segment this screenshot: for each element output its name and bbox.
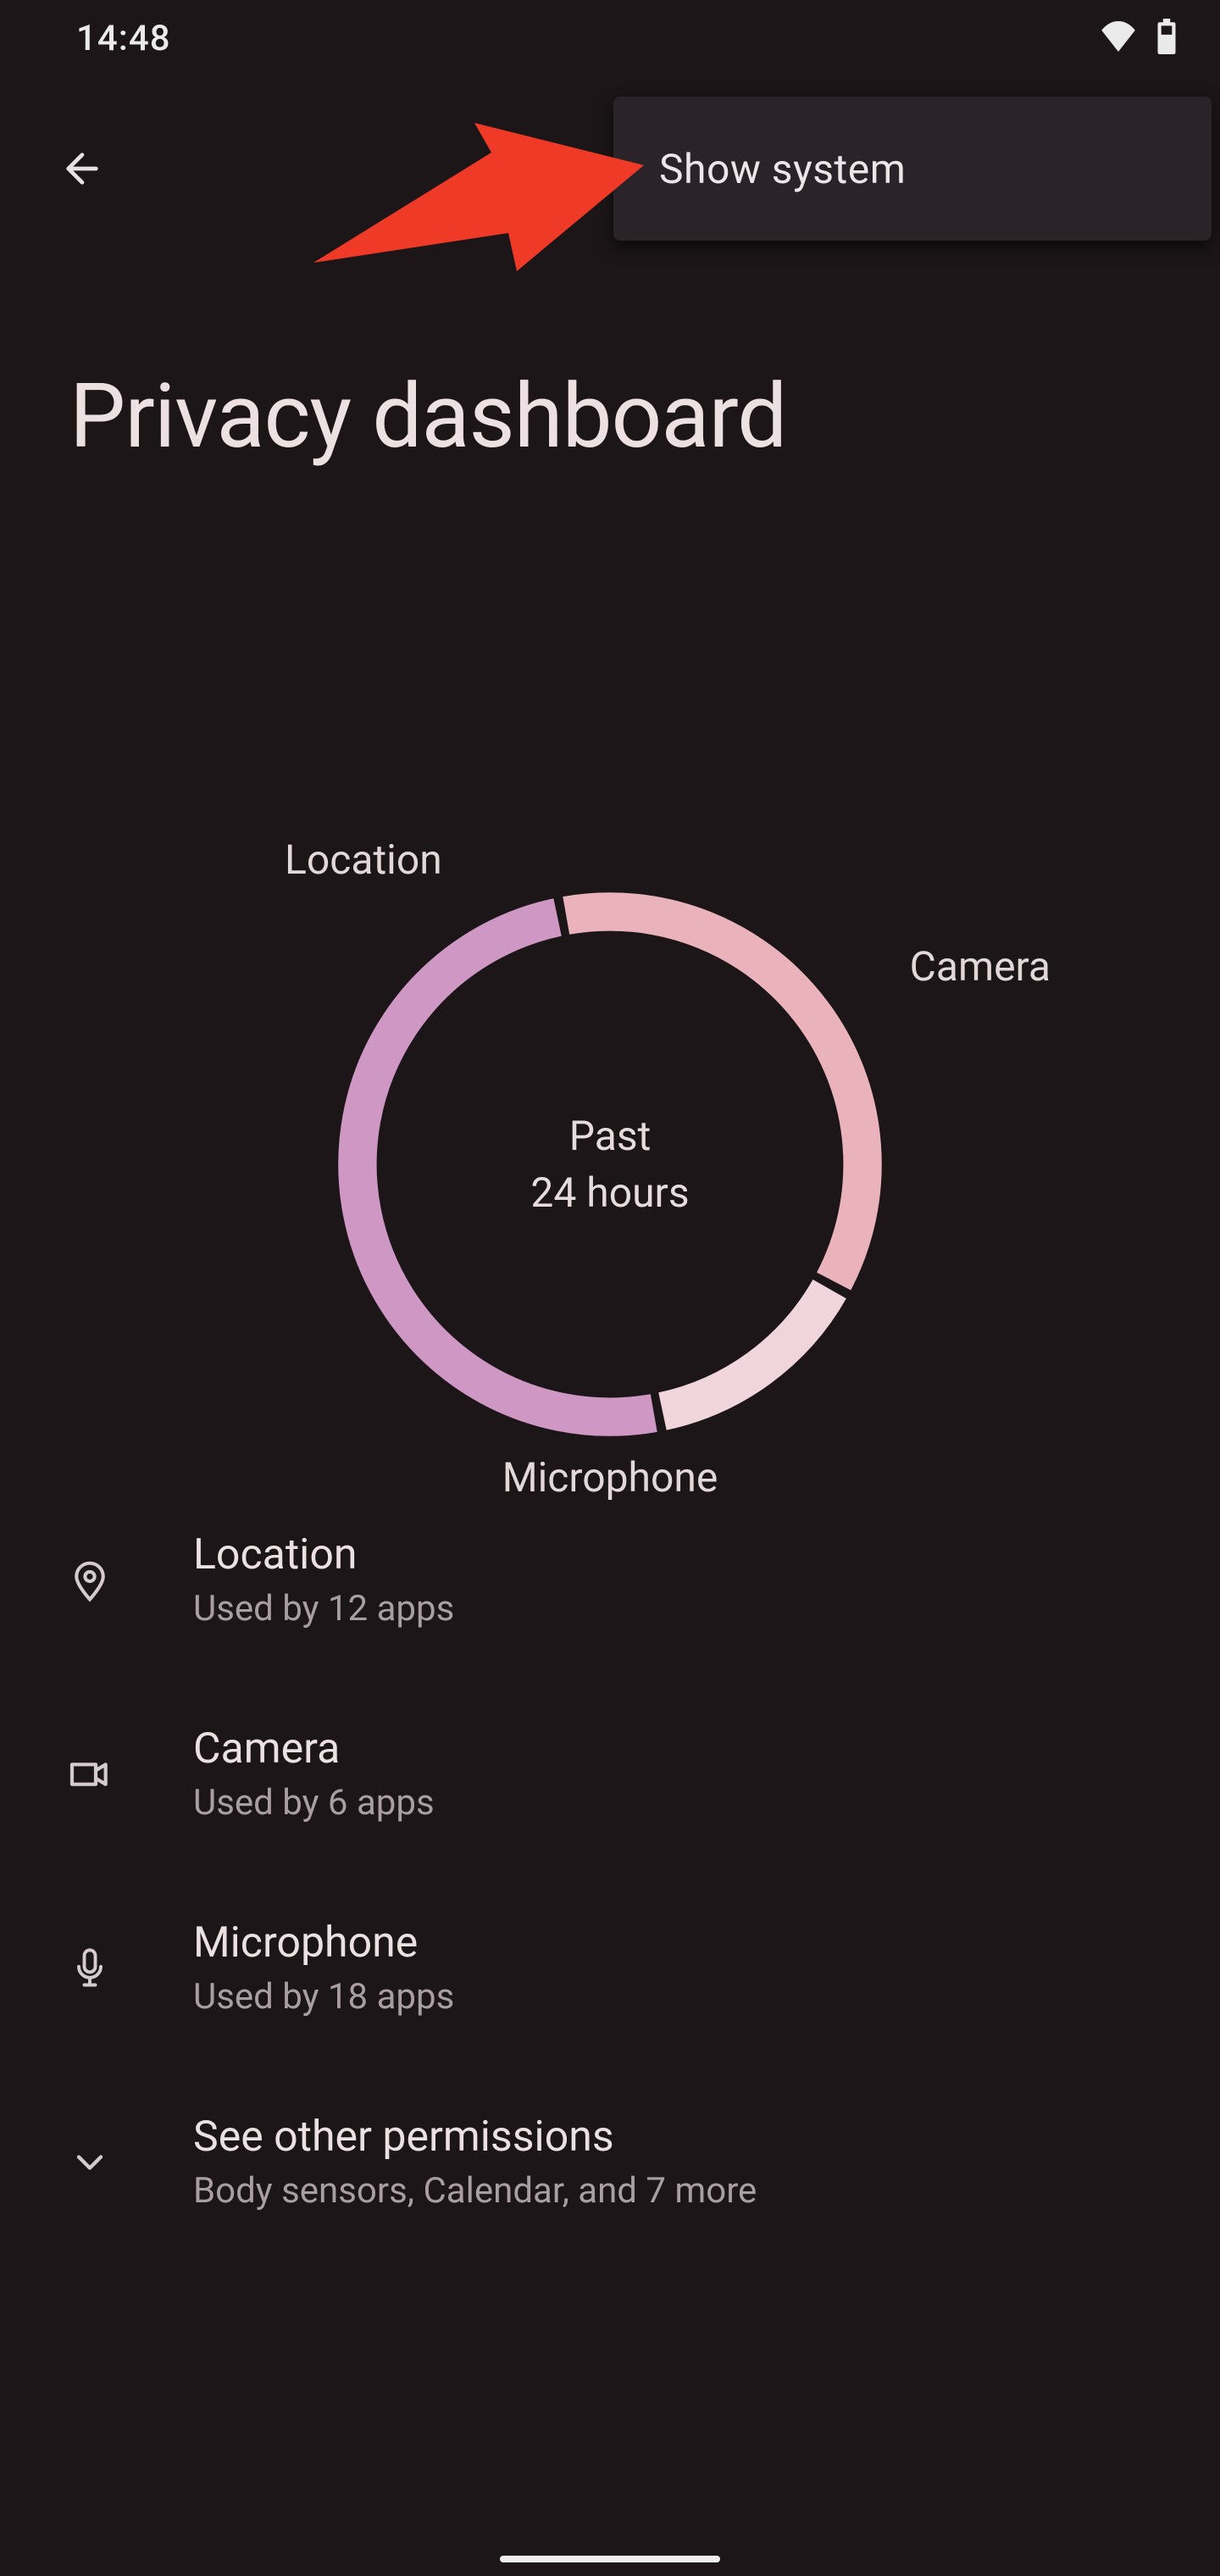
arrow-left-icon [58, 145, 106, 195]
chevron-down-icon [59, 2132, 120, 2193]
battery-icon [1156, 19, 1178, 58]
wifi-icon [1100, 21, 1137, 55]
menu-item-show-system[interactable]: Show system [659, 145, 906, 193]
location-pin-icon [59, 1550, 120, 1611]
list-title: Camera [193, 1724, 435, 1774]
list-item-other-permissions[interactable]: See other permissions Body sensors, Cale… [0, 2065, 1220, 2259]
gesture-nav-bar[interactable] [500, 2556, 720, 2562]
microphone-icon [59, 1938, 120, 1999]
chart-center-line1: Past [530, 1108, 689, 1164]
list-subtitle: Used by 12 apps [193, 1588, 454, 1629]
list-subtitle: Body sensors, Calendar, and 7 more [193, 2170, 757, 2212]
camera-icon [59, 1744, 120, 1805]
clock: 14:48 [76, 18, 171, 59]
status-bar: 14:48 [0, 0, 1220, 76]
usage-ring: Past 24 hours [336, 890, 884, 1439]
list-title: Microphone [193, 1918, 454, 1968]
permission-list: Location Used by 12 apps Camera Used by … [0, 1483, 1220, 2259]
back-button[interactable] [44, 131, 120, 208]
page-title: Privacy dashboard [69, 364, 786, 469]
status-icons [1100, 19, 1178, 58]
list-title: See other permissions [193, 2112, 757, 2162]
list-item-microphone[interactable]: Microphone Used by 18 apps [0, 1871, 1220, 2065]
chart-center-label: Past 24 hours [530, 1108, 689, 1221]
chart-label-location: Location [285, 836, 442, 884]
chart-label-camera: Camera [910, 942, 1051, 991]
list-item-location[interactable]: Location Used by 12 apps [0, 1483, 1220, 1677]
list-subtitle: Used by 18 apps [193, 1976, 454, 2018]
overflow-menu: Show system [613, 97, 1212, 241]
chart-center-line2: 24 hours [530, 1164, 689, 1221]
usage-chart: Past 24 hours Location Camera Microphone [0, 652, 1220, 1441]
list-item-camera[interactable]: Camera Used by 6 apps [0, 1677, 1220, 1871]
list-subtitle: Used by 6 apps [193, 1782, 435, 1824]
list-title: Location [193, 1530, 454, 1579]
